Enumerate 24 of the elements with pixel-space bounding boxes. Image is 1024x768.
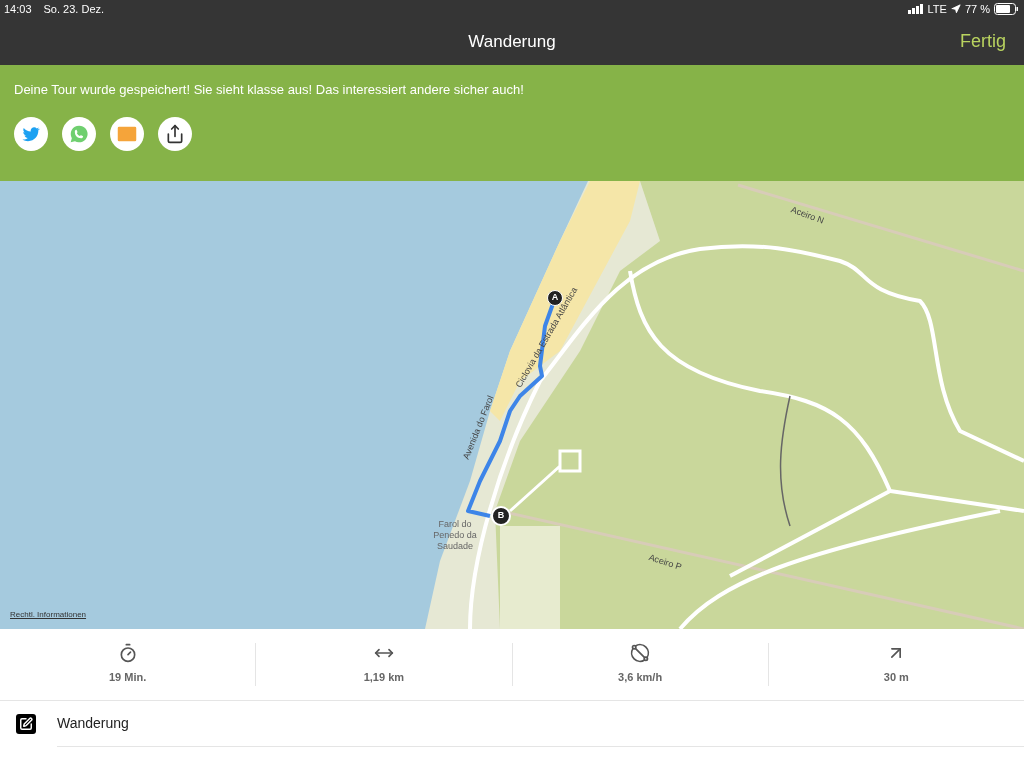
share-button[interactable]	[158, 116, 192, 151]
stat-value: 1,19 km	[363, 670, 405, 686]
battery-percentage: 77 %	[964, 1, 990, 17]
share-icon	[165, 123, 185, 144]
battery-icon	[994, 3, 1018, 15]
done-button[interactable]: Fertig	[960, 28, 1006, 55]
diameter-icon	[630, 643, 651, 664]
nav-title: Wanderung	[468, 30, 556, 53]
edit-icon	[16, 714, 36, 734]
legal-info-link[interactable]: Rechtl. Informationen	[10, 609, 87, 621]
chat-bubble-icon	[69, 123, 89, 144]
clock: 14:03	[4, 1, 32, 17]
stat-value: 3,6 km/h	[618, 670, 663, 686]
signal-icon	[907, 4, 924, 14]
network-type: LTE	[927, 1, 947, 17]
date: So. 23. Dez.	[43, 1, 105, 17]
location-arrow-icon	[950, 4, 961, 14]
stat-value: 30 m	[883, 670, 909, 686]
detail-text: Wanderung	[57, 701, 1024, 747]
street-label: Aceiro N	[788, 203, 826, 228]
stat-value: 19 Min.	[108, 670, 147, 686]
street-label: Aceiro P	[646, 551, 684, 575]
banner-message: Deine Tour wurde gespeichert! Sie sieht klasse aus! Das interessiert andere sicher auch!	[14, 81, 525, 99]
place-label: Farol do Penedo da Saudade	[432, 519, 478, 552]
